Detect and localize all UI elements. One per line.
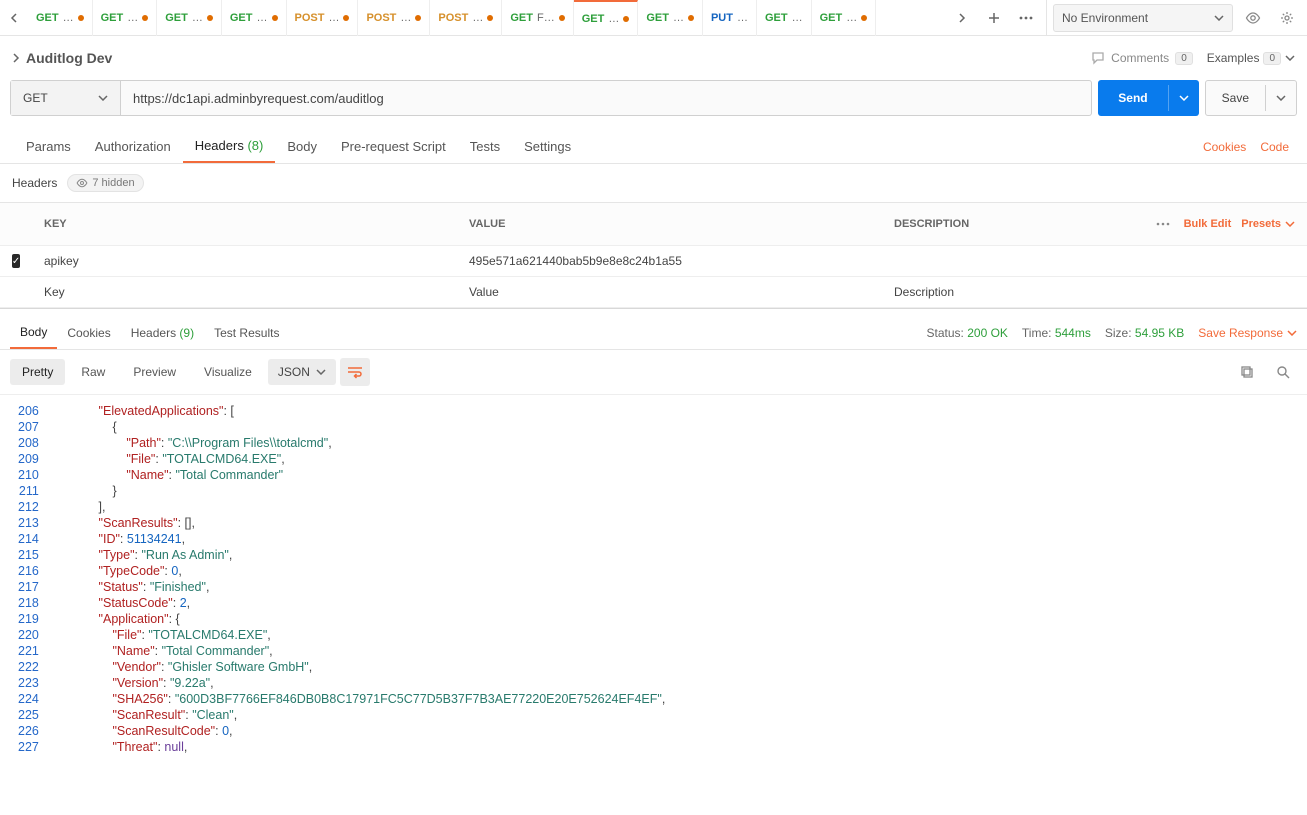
environment-select[interactable]: No Environment [1053, 4, 1233, 32]
request-tab[interactable]: GET… [574, 0, 639, 36]
unsaved-dot-icon [78, 15, 84, 21]
comments-button[interactable]: Comments 0 [1091, 51, 1193, 65]
tabs-next-button[interactable] [948, 0, 976, 36]
unsaved-dot-icon [207, 15, 213, 21]
unsaved-dot-icon [142, 15, 148, 21]
request-tab[interactable]: GET… [757, 0, 812, 36]
tab-prerequest[interactable]: Pre-request Script [329, 131, 458, 162]
tab-settings[interactable]: Settings [512, 131, 583, 162]
request-tab[interactable]: PUT… [703, 0, 757, 36]
request-tab[interactable]: GET… [222, 0, 287, 36]
col-key: KEY [32, 208, 457, 240]
unsaved-dot-icon [272, 15, 278, 21]
size-value: 54.95 KB [1135, 326, 1184, 340]
request-tabs: Params Authorization Headers (8) Body Pr… [0, 124, 1307, 164]
unsaved-dot-icon [623, 16, 629, 22]
header-key-cell[interactable]: apikey [32, 246, 457, 276]
resp-tab-headers[interactable]: Headers (9) [121, 318, 204, 348]
unsaved-dot-icon [487, 15, 493, 21]
more-options-icon[interactable] [1152, 213, 1174, 235]
method-select[interactable]: GET [11, 81, 121, 115]
header-value-cell[interactable]: 495e571a621440bab5b9e8e8c24b1a55 [457, 246, 882, 276]
request-name-row: Auditlog Dev Comments 0 Examples 0 [0, 36, 1307, 80]
request-tab[interactable]: GET… [812, 0, 877, 36]
copy-response-icon[interactable] [1233, 358, 1261, 386]
line-gutter: 2062072082092102112122132142152162172182… [0, 395, 49, 755]
request-name: Auditlog Dev [26, 50, 112, 66]
tabs-container: GET…GET…GET…GET…POST…POST…POST…GETF…GET…… [28, 0, 942, 36]
header-desc-cell[interactable] [882, 253, 1307, 269]
save-response-button[interactable]: Save Response [1198, 326, 1297, 340]
save-dropdown[interactable] [1265, 85, 1296, 111]
search-response-icon[interactable] [1269, 358, 1297, 386]
hidden-headers-toggle[interactable]: 7 hidden [67, 174, 143, 192]
send-button[interactable]: Send [1098, 80, 1198, 116]
view-raw[interactable]: Raw [69, 359, 117, 385]
response-view-toolbar: Pretty Raw Preview Visualize JSON [0, 350, 1307, 395]
unsaved-dot-icon [343, 15, 349, 21]
request-tab[interactable]: GETF… [502, 0, 573, 36]
presets-dropdown[interactable]: Presets [1241, 218, 1295, 230]
tab-params[interactable]: Params [14, 131, 83, 162]
settings-gear-icon[interactable] [1273, 4, 1301, 32]
response-body[interactable]: 2062072082092102112122132142152162172182… [0, 395, 1307, 755]
collection-caret-icon[interactable] [12, 53, 20, 63]
unsaved-dot-icon [861, 15, 867, 21]
request-tab[interactable]: GET… [28, 0, 93, 36]
tabs-overflow-button[interactable] [1012, 4, 1040, 32]
resp-tab-tests[interactable]: Test Results [204, 318, 289, 348]
headers-title: Headers [12, 176, 57, 190]
new-tab-button[interactable] [980, 4, 1008, 32]
tab-tests[interactable]: Tests [458, 131, 512, 162]
col-value: VALUE [457, 208, 882, 240]
tab-headers[interactable]: Headers (8) [183, 130, 276, 163]
view-visualize[interactable]: Visualize [192, 359, 264, 385]
request-tab[interactable]: POST… [358, 0, 430, 36]
url-input[interactable] [121, 81, 1091, 115]
new-header-row[interactable]: Key Value Description [0, 277, 1307, 308]
request-tab[interactable]: GET… [93, 0, 158, 36]
request-tab[interactable]: POST… [430, 0, 502, 36]
code-content: "ElevatedApplications": [ { "Path": "C:\… [49, 395, 916, 755]
request-tab[interactable]: GET… [638, 0, 703, 36]
format-select[interactable]: JSON [268, 359, 336, 385]
col-description: DESCRIPTION [894, 218, 1152, 230]
header-row[interactable]: ✓ apikey495e571a621440bab5b9e8e8c24b1a55 [0, 246, 1307, 277]
unsaved-dot-icon [688, 15, 694, 21]
tab-authorization[interactable]: Authorization [83, 131, 183, 162]
environment-label: No Environment [1062, 11, 1148, 25]
response-tabs: Body Cookies Headers (9) Test Results St… [0, 308, 1307, 350]
unsaved-dot-icon [559, 15, 565, 21]
request-tab[interactable]: POST… [287, 0, 359, 36]
header-checkbox[interactable]: ✓ [12, 254, 20, 268]
time-value: 544ms [1055, 326, 1091, 340]
headers-table: KEY VALUE DESCRIPTION Bulk Edit Presets … [0, 202, 1307, 308]
wrap-lines-icon[interactable] [340, 358, 370, 386]
url-row: GET Send Save [0, 80, 1307, 124]
eye-icon [76, 178, 88, 188]
resp-tab-body[interactable]: Body [10, 317, 57, 349]
examples-button[interactable]: Examples 0 [1207, 51, 1295, 65]
view-pretty[interactable]: Pretty [10, 359, 65, 385]
unsaved-dot-icon [415, 15, 421, 21]
bulk-edit-link[interactable]: Bulk Edit [1184, 218, 1232, 230]
headers-header: Headers 7 hidden [0, 164, 1307, 202]
environment-quicklook-icon[interactable] [1239, 4, 1267, 32]
link-code[interactable]: Code [1260, 140, 1289, 154]
tab-strip: GET…GET…GET…GET…POST…POST…POST…GETF…GET…… [0, 0, 1307, 36]
send-dropdown[interactable] [1168, 85, 1199, 111]
link-cookies[interactable]: Cookies [1203, 140, 1246, 154]
resp-tab-cookies[interactable]: Cookies [57, 318, 120, 348]
tab-body[interactable]: Body [275, 131, 329, 162]
status-value: 200 OK [967, 326, 1008, 340]
view-preview[interactable]: Preview [121, 359, 188, 385]
save-button[interactable]: Save [1205, 80, 1297, 116]
request-tab[interactable]: GET… [157, 0, 222, 36]
comment-icon [1091, 51, 1105, 65]
tabs-prev-button[interactable] [0, 0, 28, 36]
